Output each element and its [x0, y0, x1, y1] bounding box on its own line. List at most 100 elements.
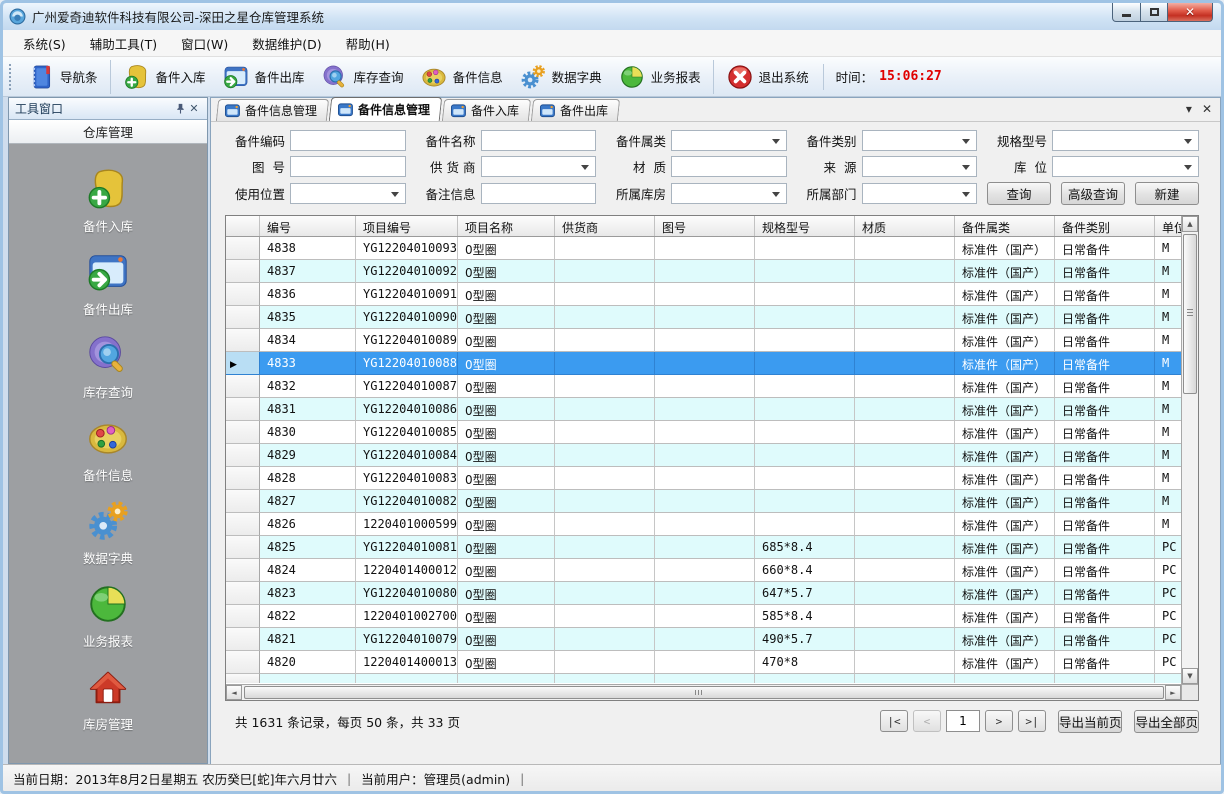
cell-project-no[interactable]: 1220401002700: [356, 605, 458, 628]
cell-supplier[interactable]: [555, 237, 655, 260]
menu-item[interactable]: 辅助工具(T): [78, 30, 169, 57]
close-button[interactable]: ✕: [1168, 3, 1213, 22]
cell-project-no[interactable]: YG12204010079: [356, 628, 458, 651]
cell-project-name[interactable]: 0型圈: [458, 421, 555, 444]
cell-supplier[interactable]: [555, 375, 655, 398]
cell-category[interactable]: 标准件（国产）: [955, 237, 1055, 260]
cell-material[interactable]: [855, 283, 955, 306]
cell-category[interactable]: 标准件（国产）: [955, 329, 1055, 352]
menu-item[interactable]: 帮助(H): [334, 30, 402, 57]
cell-project-no[interactable]: YG12204010082: [356, 490, 458, 513]
table-row[interactable]: 4832 YG12204010087 0型圈 标准件（国产） 日常备件 M: [226, 375, 1181, 398]
cell-type[interactable]: 日常备件: [1055, 513, 1155, 536]
cell-spec[interactable]: [755, 260, 855, 283]
cell-material[interactable]: [855, 260, 955, 283]
grid-column-header[interactable]: 单位: [1155, 216, 1181, 236]
cell-project-no[interactable]: 1220401400012: [356, 559, 458, 582]
table-row[interactable]: 4826 1220401000599 0型圈 标准件（国产） 日常备件 M: [226, 513, 1181, 536]
cell-supplier[interactable]: [555, 329, 655, 352]
document-tab[interactable]: 备件信息管理: [216, 99, 329, 121]
document-tab[interactable]: 备件出库: [531, 99, 620, 121]
cell-material[interactable]: [855, 559, 955, 582]
cell-supplier[interactable]: [555, 559, 655, 582]
cell-project-no[interactable]: 1220401000599: [356, 513, 458, 536]
cell-project-name[interactable]: 0型圈: [458, 237, 555, 260]
table-row[interactable]: 4833 YG12204010088 0型圈 标准件（国产） 日常备件 M: [226, 352, 1181, 375]
last-page-button[interactable]: >|: [1018, 710, 1046, 732]
cell-unit[interactable]: M: [1155, 421, 1181, 444]
cell-id[interactable]: 4824: [260, 559, 356, 582]
table-row[interactable]: 4824 1220401400012 0型圈 660*8.4 标准件（国产） 日…: [226, 559, 1181, 582]
sidebar-item[interactable]: 库房管理: [83, 664, 133, 733]
scroll-down-icon[interactable]: ▼: [1182, 668, 1198, 684]
table-row[interactable]: 4835 YG12204010090 0型圈 标准件（国产） 日常备件 M: [226, 306, 1181, 329]
cell-unit[interactable]: M: [1155, 490, 1181, 513]
cell-spec[interactable]: [755, 421, 855, 444]
cell-spec[interactable]: 685*8.4: [755, 536, 855, 559]
toolbar-button[interactable]: 备件信息: [412, 60, 511, 94]
cell-drawing-no[interactable]: [655, 582, 755, 605]
vertical-scrollbar[interactable]: ▲ ▼: [1181, 216, 1198, 684]
cell-project-name[interactable]: 0型圈: [458, 513, 555, 536]
cell-spec[interactable]: [755, 398, 855, 421]
cell-id[interactable]: 4827: [260, 490, 356, 513]
form-field-input[interactable]: [671, 156, 787, 177]
cell-type[interactable]: 日常备件: [1055, 628, 1155, 651]
sidebar-item[interactable]: 库存查询: [83, 332, 133, 401]
sidebar-item[interactable]: 备件信息: [83, 415, 133, 484]
cell-material[interactable]: [855, 582, 955, 605]
form-field-input[interactable]: [862, 183, 978, 204]
cell-supplier[interactable]: [555, 651, 655, 674]
cell-category[interactable]: 标准件（国产）: [955, 260, 1055, 283]
cell-id[interactable]: 4833: [260, 352, 356, 375]
cell-material[interactable]: [855, 628, 955, 651]
cell-project-name[interactable]: 0型圈: [458, 582, 555, 605]
cell-id[interactable]: 4834: [260, 329, 356, 352]
cell-supplier[interactable]: [555, 605, 655, 628]
cell-unit[interactable]: M: [1155, 375, 1181, 398]
cell-material[interactable]: [855, 329, 955, 352]
document-tab[interactable]: 备件入库: [442, 99, 531, 121]
cell-project-no[interactable]: YG12204010085: [356, 421, 458, 444]
cell-drawing-no[interactable]: [655, 306, 755, 329]
prev-page-button[interactable]: <: [913, 710, 941, 732]
row-selector[interactable]: [226, 582, 260, 605]
document-tab[interactable]: 备件信息管理: [329, 97, 443, 121]
cell-category[interactable]: 标准件（国产）: [955, 352, 1055, 375]
cell-drawing-no[interactable]: [655, 513, 755, 536]
scroll-left-icon[interactable]: ◄: [226, 685, 242, 700]
cell-project-name[interactable]: 0型圈: [458, 283, 555, 306]
cell-category[interactable]: 标准件（国产）: [955, 283, 1055, 306]
cell-type[interactable]: 日常备件: [1055, 651, 1155, 674]
cell-material[interactable]: [855, 536, 955, 559]
cell-project-no[interactable]: YG12204010089: [356, 329, 458, 352]
toolbar-button[interactable]: 备件出库: [214, 60, 313, 94]
cell-spec[interactable]: 660*8.4: [755, 559, 855, 582]
cell-material[interactable]: [855, 375, 955, 398]
cell-unit[interactable]: M: [1155, 444, 1181, 467]
export-current-page-button[interactable]: 导出当前页: [1058, 710, 1123, 733]
cell-id[interactable]: 4821: [260, 628, 356, 651]
table-row[interactable]: 4829 YG12204010084 0型圈 标准件（国产） 日常备件 M: [226, 444, 1181, 467]
page-number-input[interactable]: 1: [946, 710, 980, 732]
form-field-input[interactable]: [290, 183, 406, 204]
form-field-input[interactable]: [671, 183, 787, 204]
cell-type[interactable]: 日常备件: [1055, 559, 1155, 582]
cell-drawing-no[interactable]: [655, 398, 755, 421]
cell-category[interactable]: 标准件（国产）: [955, 467, 1055, 490]
cell-supplier[interactable]: [555, 582, 655, 605]
row-selector[interactable]: [226, 467, 260, 490]
next-page-button[interactable]: >: [985, 710, 1013, 732]
table-row[interactable]: 4822 1220401002700 0型圈 585*8.4 标准件（国产） 日…: [226, 605, 1181, 628]
form-action-button[interactable]: 新建: [1135, 182, 1199, 205]
row-selector[interactable]: [226, 444, 260, 467]
cell-type[interactable]: 日常备件: [1055, 582, 1155, 605]
cell-unit[interactable]: PC: [1155, 536, 1181, 559]
grid-column-header[interactable]: 材质: [855, 216, 955, 236]
row-selector[interactable]: [226, 398, 260, 421]
cell-material[interactable]: [855, 444, 955, 467]
cell-spec[interactable]: [755, 329, 855, 352]
table-row[interactable]: 4825 YG12204010081 0型圈 685*8.4 标准件（国产） 日…: [226, 536, 1181, 559]
cell-project-name[interactable]: 0型圈: [458, 352, 555, 375]
sidebar-item[interactable]: 备件入库: [83, 166, 133, 235]
